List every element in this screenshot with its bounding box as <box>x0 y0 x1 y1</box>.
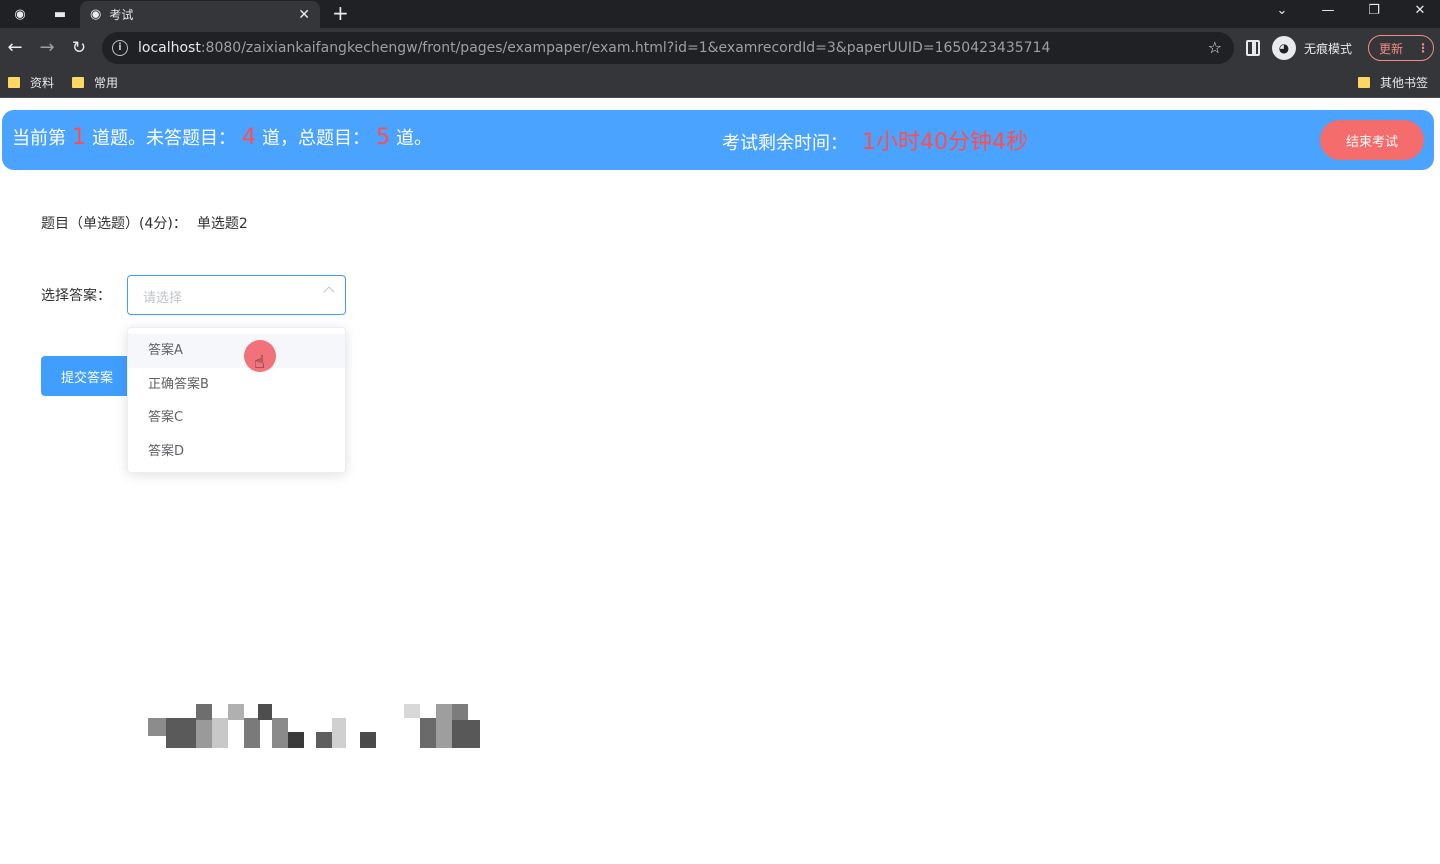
unanswered-count: 4 <box>242 125 256 150</box>
address-bar[interactable]: i localhost:8080/zaixiankaifangkechengw/… <box>102 32 1234 64</box>
incognito-icon: ◕ <box>1272 36 1296 60</box>
hand-cursor-icon: ☝ <box>254 352 265 373</box>
tab-strip: ◉ ▬ ◉ 考试 ✕ + ⌄ — ❐ ✕ <box>0 0 1440 28</box>
bookmark-folder-1[interactable]: 资料 <box>8 74 54 91</box>
countdown-timer: 1小时40分钟4秒 <box>862 130 1028 155</box>
question-title: 题目（单选题）(4分)： 单选题2 <box>41 216 248 232</box>
select-placeholder: 请选择 <box>143 291 183 306</box>
folder-icon <box>72 77 84 88</box>
close-icon[interactable]: ✕ <box>298 7 310 23</box>
update-button[interactable]: 更新 ⋮ <box>1368 35 1434 61</box>
back-icon[interactable]: ← <box>4 37 26 59</box>
incognito-profile[interactable]: ◕ 无痕模式 <box>1272 34 1352 62</box>
side-panel-icon[interactable] <box>1246 40 1260 56</box>
question-progress: 当前第 1 道题。未答题目： 4 道，总题目： 5 道。 <box>12 125 432 150</box>
window-close-icon[interactable]: ✕ <box>1408 3 1432 18</box>
exam-status-bar: 当前第 1 道题。未答题目： 4 道，总题目： 5 道。 考试剩余时间： 1小时40分钟4秒 … <box>2 110 1434 170</box>
end-exam-button[interactable]: 结束考试 <box>1320 120 1424 160</box>
tab-search-icon[interactable]: ◉ <box>10 4 30 24</box>
restore-icon[interactable]: ❐ <box>1362 3 1386 18</box>
current-question-number: 1 <box>72 125 86 150</box>
chevron-down-icon[interactable]: ⌄ <box>1270 3 1294 18</box>
folder-icon <box>8 77 20 88</box>
total-count: 5 <box>376 125 390 150</box>
option-a[interactable]: 答案A <box>128 334 345 368</box>
option-d[interactable]: 答案D <box>128 435 345 469</box>
info-icon[interactable]: i <box>112 40 128 56</box>
option-c[interactable]: 答案C <box>128 401 345 435</box>
bookmarks-bar: 资料 常用 其他书签 <box>0 68 1440 98</box>
reload-icon[interactable]: ↻ <box>68 37 90 59</box>
tab-exam[interactable]: ◉ 考试 ✕ <box>80 1 320 28</box>
forward-icon[interactable]: → <box>36 37 58 59</box>
folder-icon <box>1358 77 1370 88</box>
tab-title: 考试 <box>109 8 134 22</box>
other-bookmarks[interactable]: 其他书签 <box>1358 74 1428 91</box>
new-tab-icon[interactable]: + <box>332 2 349 24</box>
answer-dropdown: 答案A 正确答案B 答案C 答案D <box>127 327 346 473</box>
bookmark-folder-2[interactable]: 常用 <box>72 74 118 91</box>
answer-label: 选择答案： <box>41 288 111 304</box>
chevron-up-icon <box>323 286 335 298</box>
question-text: 单选题2 <box>196 216 248 232</box>
browser-toolbar: ← → ↻ i localhost:8080/zaixiankaifangkec… <box>0 28 1440 68</box>
option-b[interactable]: 正确答案B <box>128 368 345 402</box>
tab-group-icon[interactable]: ▬ <box>50 4 70 24</box>
globe-icon: ◉ <box>90 7 102 22</box>
star-icon[interactable]: ☆ <box>1208 38 1222 57</box>
minimize-icon[interactable]: — <box>1316 3 1340 18</box>
submit-answer-button[interactable]: 提交答案 <box>41 356 133 396</box>
exam-page: 当前第 1 道题。未答题目： 4 道，总题目： 5 道。 考试剩余时间： 1小时40分钟4秒 … <box>0 98 1440 864</box>
more-icon: ⋮ <box>1417 41 1430 55</box>
url-text: localhost:8080/zaixiankaifangkechengw/fr… <box>138 40 1051 56</box>
remaining-time: 考试剩余时间： 1小时40分钟4秒 <box>722 130 1028 155</box>
pixelated-watermark <box>148 704 488 752</box>
incognito-label: 无痕模式 <box>1304 41 1353 56</box>
answer-select[interactable]: 请选择 <box>127 275 346 315</box>
